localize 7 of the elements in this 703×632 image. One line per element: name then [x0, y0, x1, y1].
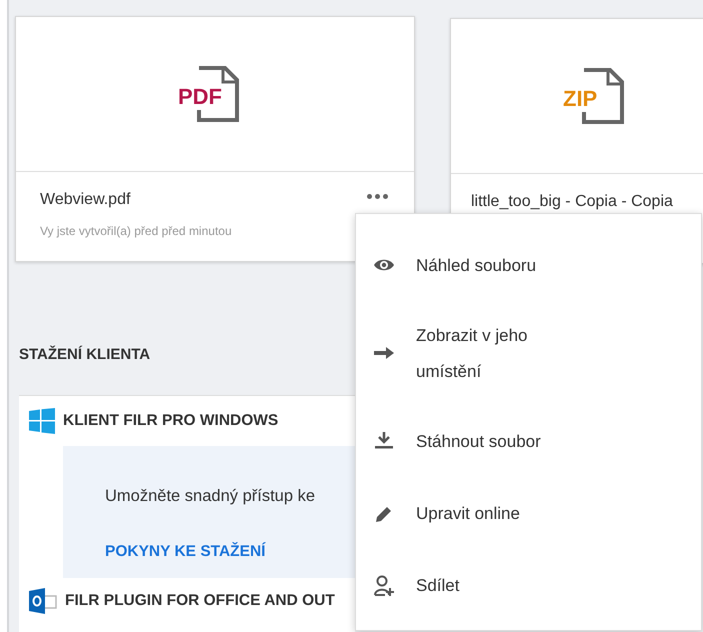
client-description: Umožněte snadný přístup ke	[105, 486, 316, 506]
client-title: FILR PLUGIN FOR OFFICE AND OUT	[65, 590, 335, 611]
client-title: KLIENT FILR PRO WINDOWS	[63, 410, 278, 431]
file-name: little_too_big - Copia - Copia	[471, 192, 673, 212]
file-created-time: Vy jste vytvořil(a) před před minutou	[40, 223, 233, 240]
file-name: Webview.pdf	[40, 190, 130, 210]
section-heading: STAŽENÍ KLIENTA	[19, 344, 150, 365]
